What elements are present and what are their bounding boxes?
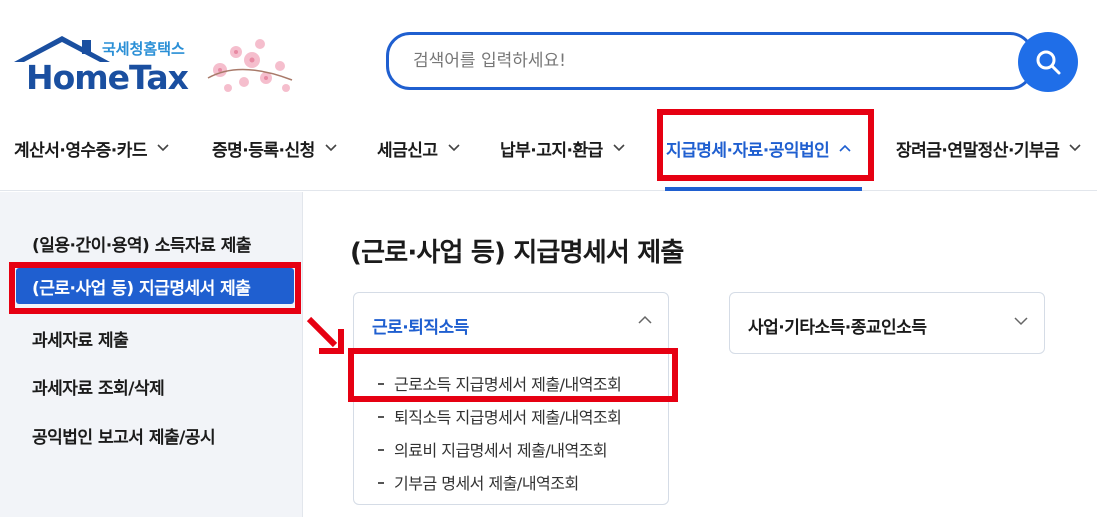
bullet-dash <box>378 481 384 484</box>
chevron-down-icon <box>1014 317 1028 326</box>
nav-item-tax-return[interactable]: 세금신고 <box>377 132 460 164</box>
page-title: (근로·사업 등) 지급명세서 제출 <box>350 238 684 268</box>
chevron-down-icon <box>157 144 169 152</box>
nav-item-incentive-year-end[interactable]: 장려금·연말정산·기부금 <box>896 132 1081 164</box>
logo-title: HomeTax <box>26 58 189 97</box>
sidebar-item-tax-data-inquiry[interactable]: 과세자료 조회/삭제 <box>32 374 165 399</box>
active-nav-underline <box>665 187 862 191</box>
highlight-box-submenu <box>348 348 678 402</box>
red-arrow-icon <box>306 316 344 354</box>
search-button[interactable] <box>1018 32 1078 92</box>
search-icon <box>1036 50 1061 75</box>
header: 국세청홈택스 HomeTax <box>0 0 1097 105</box>
chevron-down-icon <box>613 144 625 152</box>
nav-item-payment-refund[interactable]: 납부·고지·환급 <box>500 132 625 164</box>
link-label: 기부금 명세서 제출/내역조회 <box>394 474 579 493</box>
highlight-box-sidebar <box>9 262 301 314</box>
chevron-down-icon <box>447 144 460 152</box>
nav-item-certificate-registration[interactable]: 증명·등록·신청 <box>212 132 337 164</box>
accordion-card-business[interactable]: 사업·기타소득·종교인소득 <box>729 292 1045 354</box>
search-input[interactable] <box>413 35 1003 87</box>
chevron-down-icon <box>325 144 337 152</box>
link-donation-statement[interactable]: 기부금 명세서 제출/내역조회 <box>378 470 579 494</box>
link-label: 의료비 지급명세서 제출/내역조회 <box>394 441 608 460</box>
logo-subtitle: 국세청홈택스 <box>102 40 185 58</box>
cherry-blossom-icon <box>207 39 293 92</box>
bullet-dash <box>378 415 384 418</box>
link-medical-expense-statement[interactable]: 의료비 지급명세서 제출/내역조회 <box>378 437 608 461</box>
sidebar: (일용·간이·용역) 소득자료 제출 (근로·사업 등) 지급명세서 제출 과세… <box>0 192 303 517</box>
sidebar-item-public-corp-report[interactable]: 공익법인 보고서 제출/공시 <box>32 423 216 448</box>
accordion-title: 근로·퇴직소득 <box>372 318 469 338</box>
sidebar-item-daily-income[interactable]: (일용·간이·용역) 소득자료 제출 <box>32 231 251 256</box>
accordion-title: 사업·기타소득·종교인소득 <box>748 318 927 338</box>
search-box <box>386 32 1034 90</box>
sidebar-item-tax-data-submit[interactable]: 과세자료 제출 <box>32 326 129 351</box>
chevron-down-icon <box>1069 144 1081 152</box>
nav-item-label: 장려금·연말정산·기부금 <box>896 140 1060 161</box>
highlight-box-nav <box>657 109 874 181</box>
nav-item-label: 증명·등록·신청 <box>212 140 315 161</box>
hometax-logo[interactable]: 국세청홈택스 HomeTax <box>12 30 302 100</box>
link-label: 퇴직소득 지급명세서 제출/내역조회 <box>394 408 622 427</box>
accordion-header-employment[interactable]: 근로·퇴직소득 <box>354 293 668 353</box>
link-retirement-income-statement[interactable]: 퇴직소득 지급명세서 제출/내역조회 <box>378 404 622 428</box>
nav-item-label: 계산서·영수증·카드 <box>14 140 148 161</box>
main-nav: 계산서·영수증·카드 증명·등록·신청 세금신고 납부·고지·환급 지급명세·자… <box>0 105 1097 191</box>
chevron-up-icon <box>638 315 652 324</box>
nav-item-label: 납부·고지·환급 <box>500 140 603 161</box>
nav-item-invoice-receipt-card[interactable]: 계산서·영수증·카드 <box>14 132 169 164</box>
bullet-dash <box>378 448 384 451</box>
nav-item-label: 세금신고 <box>377 140 438 161</box>
